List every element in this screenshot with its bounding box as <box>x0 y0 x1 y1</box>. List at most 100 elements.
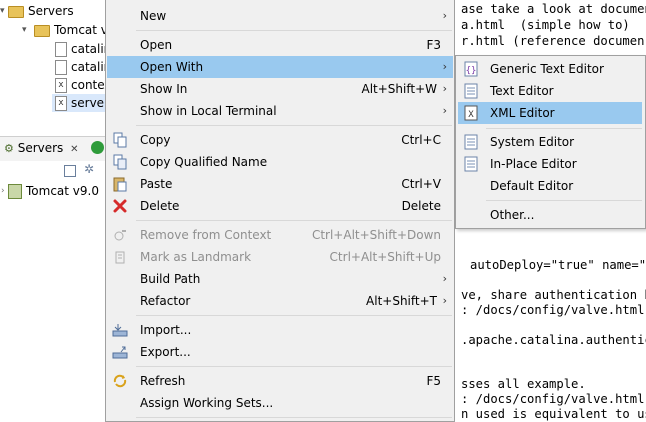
menu-separator <box>486 200 642 201</box>
text-editor-icon <box>464 83 478 99</box>
refresh-icon <box>113 374 127 388</box>
tree-row-file[interactable]: catalin <box>55 58 111 76</box>
submenu-item-label: Text Editor <box>490 84 554 98</box>
menu-item-shortcut: Alt+Shift+W <box>361 82 438 96</box>
server-row-tomcat[interactable]: › Tomcat v9.0 <box>1 182 99 200</box>
menu-separator <box>136 417 452 418</box>
menu-item-open[interactable]: Open F3 <box>107 34 453 56</box>
paste-icon <box>113 177 127 192</box>
menu-item-label: Assign Working Sets... <box>140 396 274 410</box>
editor-line: ase take a look at documen <box>461 2 646 16</box>
submenu-item-label: System Editor <box>490 135 575 149</box>
menu-separator <box>136 366 452 367</box>
submenu-item-other[interactable]: Other... <box>458 204 642 226</box>
menu-item-build-path[interactable]: Build Path › <box>107 268 453 290</box>
tree-row-file[interactable]: catalin <box>55 40 111 58</box>
folder-icon <box>8 5 24 18</box>
menu-item-label: Import... <box>140 323 192 337</box>
menu-item-remove-from-context[interactable]: Remove from Context Ctrl+Alt+Shift+Down <box>107 224 453 246</box>
menu-item-shortcut: Ctrl+V <box>401 177 441 191</box>
tree-row-file-selected[interactable]: x server. <box>52 94 112 112</box>
menu-item-assign-working-sets[interactable]: Assign Working Sets... <box>107 392 453 414</box>
export-icon <box>112 346 128 359</box>
menu-item-shortcut: Delete <box>401 199 441 213</box>
menu-item-refactor[interactable]: Refactor Alt+Shift+T › <box>107 290 453 312</box>
menu-item-shortcut: F3 <box>426 38 441 52</box>
tree-row-tomcat[interactable]: ▾ Tomcat v <box>22 21 108 39</box>
delete-icon <box>113 199 127 213</box>
menu-item-label: Show In <box>140 82 188 96</box>
submenu-arrow-icon: › <box>442 9 447 22</box>
server-label: Tomcat v9.0 <box>26 184 99 198</box>
menu-item-show-in[interactable]: Show In Alt+Shift+W › <box>107 78 453 100</box>
menu-item-label: Remove from Context <box>140 228 272 242</box>
submenu-item-label: Default Editor <box>490 179 574 193</box>
copy-icon <box>113 132 127 148</box>
editor-line: : /docs/config/valve.html <box>461 392 645 406</box>
expand-twisty-icon[interactable]: › <box>1 182 5 200</box>
menu-separator <box>136 220 452 221</box>
submenu-item-text-editor[interactable]: Text Editor <box>458 80 642 102</box>
submenu-arrow-icon: › <box>442 294 447 307</box>
submenu-arrow-icon: › <box>442 272 447 285</box>
folder-icon <box>34 24 50 37</box>
start-server-icon[interactable] <box>91 141 104 154</box>
menu-item-show-in-local-terminal[interactable]: Show in Local Terminal › <box>107 100 453 122</box>
menu-item-shortcut: Ctrl+Alt+Shift+Down <box>311 228 441 242</box>
menu-item-label: New <box>140 9 167 23</box>
menu-item-label: Mark as Landmark <box>140 250 252 264</box>
xml-editor-icon: X <box>464 105 478 121</box>
in-place-editor-icon <box>464 156 478 172</box>
menu-item-paste[interactable]: Paste Ctrl+V <box>107 173 453 195</box>
menu-item-label: Show in Local Terminal <box>140 104 277 118</box>
submenu-item-xml-editor[interactable]: X XML Editor <box>458 102 642 124</box>
submenu-arrow-icon: › <box>442 82 447 95</box>
tree-row-file[interactable]: x contex <box>55 76 112 94</box>
servers-view-tabbar: ⚙ Servers ✕ <box>0 136 108 162</box>
collapse-all-icon[interactable] <box>64 165 76 177</box>
tree-row-servers[interactable]: ▾ Servers <box>0 2 74 20</box>
menu-item-shortcut: Ctrl+Alt+Shift+Up <box>329 250 441 264</box>
submenu-item-label: Generic Text Editor <box>490 62 604 76</box>
menu-item-label: Copy <box>140 133 171 147</box>
submenu-arrow-icon: › <box>442 60 447 73</box>
view-menu-gear-icon[interactable]: ✲ <box>84 162 94 176</box>
tree-row-label: Tomcat v <box>54 23 108 37</box>
tab-servers[interactable]: ⚙ Servers ✕ <box>4 141 79 155</box>
copy-qualified-icon <box>113 154 127 170</box>
expand-twisty-icon[interactable]: ▾ <box>0 2 5 20</box>
menu-item-import[interactable]: Import... <box>107 319 453 341</box>
servers-view-icon: ⚙ <box>4 142 14 155</box>
menu-item-export[interactable]: Export... <box>107 341 453 363</box>
menu-item-label: Delete <box>140 199 180 213</box>
close-icon[interactable]: ✕ <box>70 144 78 155</box>
menu-item-open-with[interactable]: Open With › <box>107 56 453 78</box>
menu-item-label: Open <box>140 38 173 52</box>
submenu-arrow-icon: › <box>442 104 447 117</box>
editor-line: ve, share authentication b <box>461 288 646 302</box>
menu-item-delete[interactable]: Delete Delete <box>107 195 453 217</box>
editor-line: : /docs/config/valve.html <box>461 303 645 317</box>
menu-item-label: Paste <box>140 177 173 191</box>
submenu-item-generic-text-editor[interactable]: {} Generic Text Editor <box>458 58 642 80</box>
menu-item-copy-qualified-name[interactable]: Copy Qualified Name <box>107 151 453 173</box>
submenu-item-system-editor[interactable]: System Editor <box>458 131 642 153</box>
menu-item-label: Copy Qualified Name <box>140 155 268 169</box>
server-icon <box>8 184 22 199</box>
editor-line: n used is equivalent to us <box>461 407 646 421</box>
menu-item-label: Export... <box>140 345 191 359</box>
editor-line: sses all example. <box>461 377 586 391</box>
editor-line: autoDeploy="true" name="lo <box>470 258 646 272</box>
menu-item-mark-as-landmark[interactable]: Mark as Landmark Ctrl+Alt+Shift+Up <box>107 246 453 268</box>
menu-item-new[interactable]: New › <box>107 5 453 27</box>
menu-item-refresh[interactable]: Refresh F5 <box>107 370 453 392</box>
open-with-submenu: {} Generic Text Editor Text Editor X XML… <box>455 55 646 229</box>
menu-item-copy[interactable]: Copy Ctrl+C <box>107 129 453 151</box>
expand-twisty-icon[interactable]: ▾ <box>22 21 27 39</box>
import-icon <box>112 324 128 337</box>
xml-file-icon: x <box>55 96 67 111</box>
submenu-item-default-editor[interactable]: Default Editor <box>458 175 642 197</box>
menu-separator <box>136 30 452 31</box>
submenu-item-in-place-editor[interactable]: In-Place Editor <box>458 153 642 175</box>
xml-file-icon: x <box>55 78 67 93</box>
